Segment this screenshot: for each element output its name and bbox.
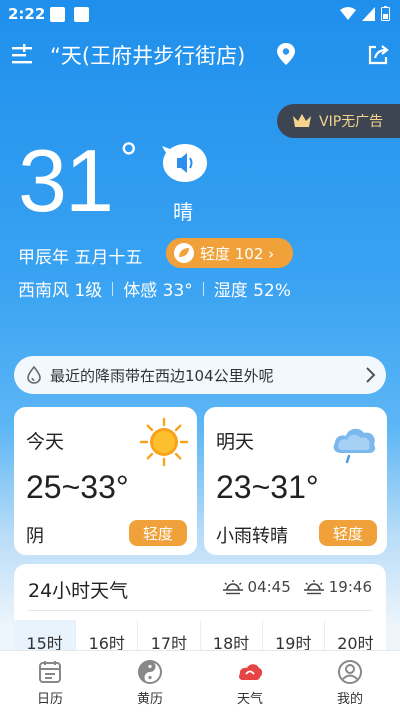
tomorrow-forecast-card[interactable]: 明天 23~31° 小雨转晴 轻度 bbox=[204, 407, 387, 555]
sunrise-icon bbox=[222, 580, 243, 595]
weather-icon bbox=[239, 664, 263, 680]
card-condition: 小雨转晴 bbox=[216, 526, 288, 547]
top-bar: “天(王府井步行街店) bbox=[0, 36, 400, 76]
current-temperature: 31 bbox=[18, 131, 114, 230]
status-bar: 2:22 bbox=[0, 0, 400, 30]
tab-almanac[interactable]: 黄历 bbox=[100, 651, 200, 712]
location-title[interactable]: “天(王府井步行街店) bbox=[50, 40, 260, 70]
tab-label: 黄历 bbox=[136, 692, 163, 707]
sun-icon bbox=[139, 417, 189, 467]
yin-yang-icon bbox=[138, 660, 162, 684]
sunrise-time: 04:45 bbox=[247, 578, 291, 596]
rain-cloud-icon bbox=[333, 428, 376, 464]
card-aqi-badge: 轻度 bbox=[129, 520, 187, 546]
rain-alert-bar[interactable]: 最近的降雨带在西边104公里外呢 bbox=[14, 356, 386, 394]
air-quality-button[interactable]: 轻度 102 › bbox=[166, 238, 293, 268]
air-quality-label: 轻度 102 › bbox=[200, 244, 275, 263]
card-temp-range: 25~33° bbox=[26, 469, 129, 505]
share-icon[interactable] bbox=[367, 44, 389, 66]
sunset-time: 19:46 bbox=[328, 578, 372, 596]
wind-info: 西南风 1级 bbox=[18, 281, 103, 301]
rain-alert-text: 最近的降雨带在西边104公里外呢 bbox=[50, 366, 274, 385]
tab-label: 天气 bbox=[236, 692, 263, 707]
card-temp-range: 23~31° bbox=[216, 469, 319, 505]
wifi-icon bbox=[340, 6, 356, 20]
status-time: 2:22 bbox=[8, 5, 46, 23]
sunset-icon bbox=[303, 580, 324, 595]
weather-stats: 西南风 1级 体感 33° 湿度 52% bbox=[18, 276, 291, 301]
tab-profile[interactable]: 我的 bbox=[300, 651, 400, 712]
notification-a-icon bbox=[74, 7, 89, 22]
card-day: 明天 bbox=[216, 431, 255, 453]
vip-crown-icon bbox=[293, 114, 311, 127]
current-condition: 晴 bbox=[173, 200, 193, 224]
profile-icon bbox=[338, 660, 362, 684]
lunar-date: 甲辰年 五月十五 bbox=[18, 248, 143, 268]
vip-no-ads-button[interactable]: VIP无广告 bbox=[277, 104, 400, 138]
signal-icon bbox=[362, 6, 375, 21]
voice-broadcast-button[interactable] bbox=[160, 142, 210, 186]
divider bbox=[28, 610, 372, 611]
card-condition: 阴 bbox=[26, 526, 44, 547]
menu-icon[interactable] bbox=[11, 44, 33, 66]
chevron-right-icon bbox=[366, 367, 376, 383]
divider bbox=[202, 281, 204, 296]
notification-icon bbox=[50, 7, 65, 22]
hourly-forecast-panel: 24小时天气 04:45 19:46 15时 16时 17时 18时 19时 2… bbox=[14, 564, 386, 664]
location-pin-icon[interactable] bbox=[276, 42, 296, 66]
card-aqi-badge: 轻度 bbox=[319, 520, 377, 546]
vip-label: VIP无广告 bbox=[319, 114, 384, 130]
bottom-tab-bar: 日历 黄历 天气 我的 bbox=[0, 650, 400, 712]
today-forecast-card[interactable]: 今天 25~33° 阴 轻度 bbox=[14, 407, 197, 555]
tab-weather[interactable]: 天气 bbox=[200, 651, 300, 712]
leaf-icon bbox=[174, 243, 194, 263]
tab-label: 日历 bbox=[36, 692, 63, 707]
calendar-icon bbox=[39, 661, 61, 683]
divider bbox=[112, 281, 114, 296]
humidity: 湿度 52% bbox=[213, 281, 291, 301]
tab-calendar[interactable]: 日历 bbox=[0, 651, 100, 712]
card-day: 今天 bbox=[26, 431, 65, 453]
battery-icon bbox=[381, 6, 390, 21]
degree-symbol: ° bbox=[120, 134, 138, 183]
hourly-title: 24小时天气 bbox=[28, 580, 129, 602]
raindrop-icon bbox=[27, 366, 41, 384]
sun-times: 04:45 19:46 bbox=[222, 578, 372, 596]
tab-label: 我的 bbox=[336, 692, 363, 707]
feels-like: 体感 33° bbox=[123, 281, 193, 301]
